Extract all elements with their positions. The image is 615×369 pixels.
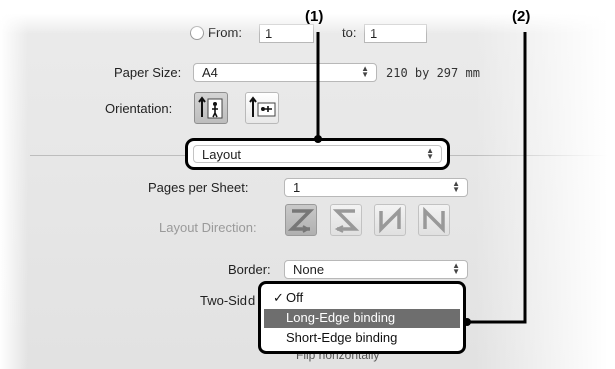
callout-1-dot	[314, 135, 322, 143]
callout-2-dot	[463, 318, 471, 326]
callout-2-leader	[467, 32, 527, 324]
callout-leader-lines	[314, 32, 527, 326]
